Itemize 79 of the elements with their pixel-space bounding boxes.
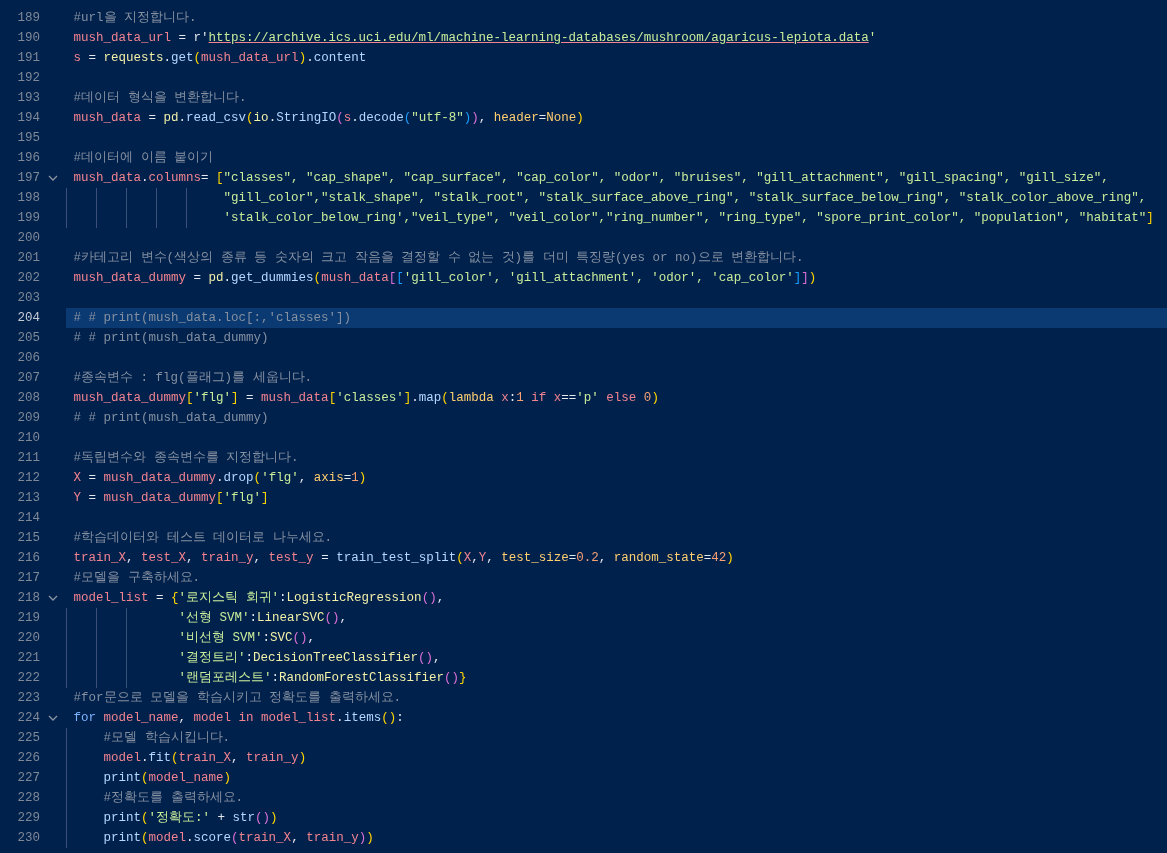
code-line: #for문으로 모델을 학습시키고 정확도를 출력하세요. [72,690,403,707]
code-line: #카테고리 변수(색상의 종류 등 숫자의 크고 작음을 결정할 수 없는 것)를 더미 특징량(yes or no)으로 변환합니다. [72,250,805,267]
code-line: mush_data = pd.read_csv(io.StringIO(s.decode("utf-8")), header=None) [72,110,585,127]
code-line: '비선형 SVM':SVC(), [66,628,1167,648]
line-number: 200 [16,230,40,247]
line-number: 190 [16,30,40,47]
code-line: #모델을 구축하세요. [72,570,202,587]
code-line: train_X, test_X, train_y, test_y = train_test_split(X,Y, test_size=0.2, random_state=42) [72,550,735,567]
code-line: mush_data.columns= ["classes", "cap_shape", "cap_surface", "cap_color", "odor", "bruises", "gill_attachment", "gill_spacing", "gill_size", [72,170,1110,187]
line-number: 225 [16,730,40,747]
line-number: 219 [16,610,40,627]
line-number: 208 [16,390,40,407]
line-number: 214 [16,510,40,527]
line-number: 201 [16,250,40,267]
line-number: 212 [16,470,40,487]
line-number: 216 [16,550,40,567]
line-number: 199 [16,210,40,227]
code-line: "gill_color","stalk_shape", "stalk_root", "stalk_surface_above_ring", "stalk_surface_below_ring", "stalk_color_above_ring", [66,188,1167,208]
code-line: print('정확도:' + str()) [66,808,1167,828]
line-number: 217 [16,570,40,587]
code-line: '랜덤포레스트':RandomForestClassifier()} [66,668,1167,688]
code-line: print(model.score(train_X, train_y)) [66,828,1167,848]
line-number: 204 [16,310,40,327]
line-number: 218 [16,590,40,607]
line-number: 211 [16,450,40,467]
line-number: 227 [16,770,40,787]
code-line: print(model_name) [66,768,1167,788]
line-number: 228 [16,790,40,807]
code-line: #독립변수와 종속변수를 지정합니다. [72,450,300,467]
line-number: 209 [16,410,40,427]
code-line: #정확도를 출력하세요. [66,788,1167,808]
line-number: 223 [16,690,40,707]
line-number: 226 [16,750,40,767]
code-line: #url을 지정합니다. [72,10,198,27]
line-number: 221 [16,650,40,667]
code-line: #모델 학습시킵니다. [66,728,1167,748]
code-line: Y = mush_data_dummy['flg'] [72,490,270,507]
line-number: 213 [16,490,40,507]
code-line: mush_data_dummy['flg'] = mush_data['classes'].map(lambda x:1 if x=='p' else 0) [72,390,660,407]
line-number: 195 [16,130,40,147]
line-number: 203 [16,290,40,307]
code-line: #데이터 형식을 변환합니다. [72,90,248,107]
code-line: #종속변수 : flg(플래그)를 세웁니다. [72,370,314,387]
code-line: mush_data_dummy = pd.get_dummies(mush_data[['gill_color', 'gill_attachment', 'odor', 'cap_color']]) [72,270,818,287]
line-number: 220 [16,630,40,647]
code-line: #학습데이터와 테스트 데이터로 나누세요. [72,530,334,547]
fold-chevron-icon[interactable] [48,175,58,181]
line-number: 202 [16,270,40,287]
line-number: 224 [16,710,40,727]
line-number: 206 [16,350,40,367]
line-number: 197 [16,170,40,187]
code-line: model.fit(train_X, train_y) [66,748,1167,768]
line-number: 205 [16,330,40,347]
line-number: 189 [16,10,40,27]
code-line: s = requests.get(mush_data_url).content [72,50,368,67]
code-line: # # print(mush_data_dummy) [72,410,270,427]
fold-chevron-icon[interactable] [48,595,58,601]
line-number: 198 [16,190,40,207]
line-number: 196 [16,150,40,167]
line-number: 230 [16,830,40,847]
code-line: # # print(mush_data_dummy) [72,330,270,347]
code-line: 'stalk_color_below_ring',"veil_type", "veil_color","ring_number", "ring_type", "spore_print_color", "population", "habitat"] [66,208,1167,228]
line-number: 229 [16,810,40,827]
code-line: X = mush_data_dummy.drop('flg', axis=1) [72,470,368,487]
fold-chevron-icon[interactable] [48,715,58,721]
line-number: 191 [16,50,40,67]
line-number: 194 [16,110,40,127]
code-line: #데이터에 이름 붙이기 [72,150,215,167]
line-number: 193 [16,90,40,107]
line-number: 207 [16,370,40,387]
line-number: 210 [16,430,40,447]
line-number: 215 [16,530,40,547]
code-line: mush_data_url = r'https://archive.ics.uci.edu/ml/machine-learning-databases/mushroom/agaricus-lepiota.data' [72,30,878,47]
code-line: for model_name, model in model_list.items(): [72,710,405,727]
line-number: 222 [16,670,40,687]
code-line: '선형 SVM':LinearSVC(), [66,608,1167,628]
code-line: '결정트리':DecisionTreeClassifier(), [66,648,1167,668]
line-number: 192 [16,70,40,87]
code-line: model_list = {'로지스틱 회귀':LogisticRegression(), [72,590,446,607]
